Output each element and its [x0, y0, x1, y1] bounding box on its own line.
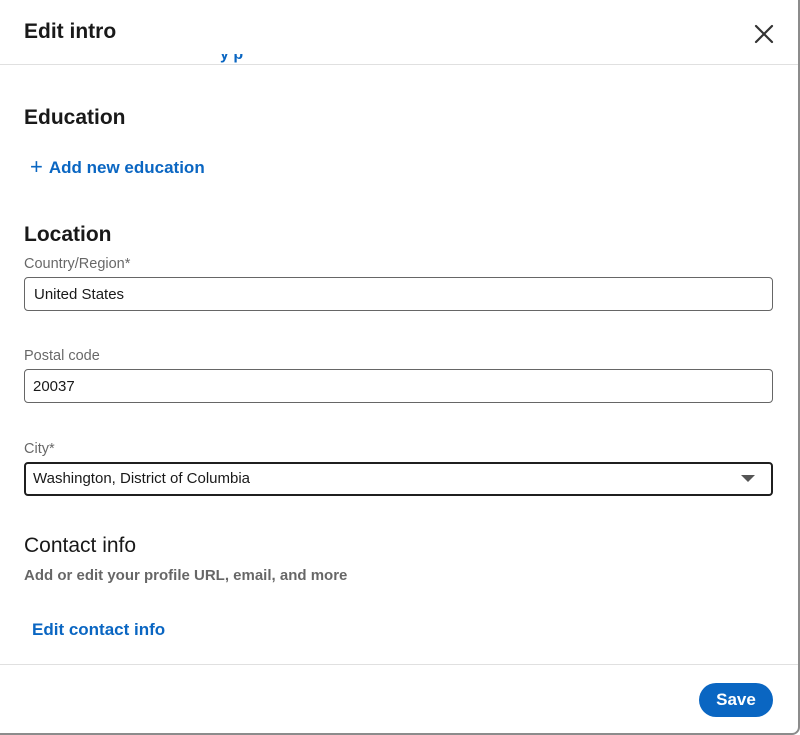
- city-label: City*: [24, 441, 55, 457]
- city-selected-value: Washington, District of Columbia: [33, 470, 251, 487]
- scrolled-link-fragment: y p: [220, 54, 244, 63]
- postal-code-label: Postal code: [24, 348, 100, 364]
- modal-header: Edit intro: [0, 0, 798, 65]
- edit-intro-modal: Edit intro y p Education + Add new educa…: [0, 0, 800, 735]
- caret-down-icon: [741, 475, 755, 482]
- country-region-input[interactable]: [24, 277, 773, 311]
- contact-info-description: Add or edit your profile URL, email, and…: [24, 567, 348, 584]
- scrolled-content-peek: y p: [180, 54, 270, 66]
- add-new-education-label: Add new education: [48, 158, 205, 177]
- edit-contact-info-link[interactable]: Edit contact info: [32, 620, 165, 640]
- location-heading: Location: [24, 223, 112, 246]
- close-icon: [754, 24, 774, 44]
- add-new-education-button[interactable]: + Add new education: [30, 154, 205, 179]
- education-heading: Education: [24, 106, 126, 129]
- modal-title: Edit intro: [24, 20, 117, 43]
- postal-code-input[interactable]: [24, 369, 773, 403]
- save-button[interactable]: Save: [699, 683, 773, 717]
- modal-footer: Save: [0, 664, 798, 733]
- contact-info-heading: Contact info: [24, 534, 137, 557]
- close-button[interactable]: [748, 18, 780, 50]
- plus-icon: +: [30, 154, 43, 179]
- city-select[interactable]: Washington, District of Columbia: [24, 462, 773, 496]
- country-region-label: Country/Region*: [24, 256, 131, 272]
